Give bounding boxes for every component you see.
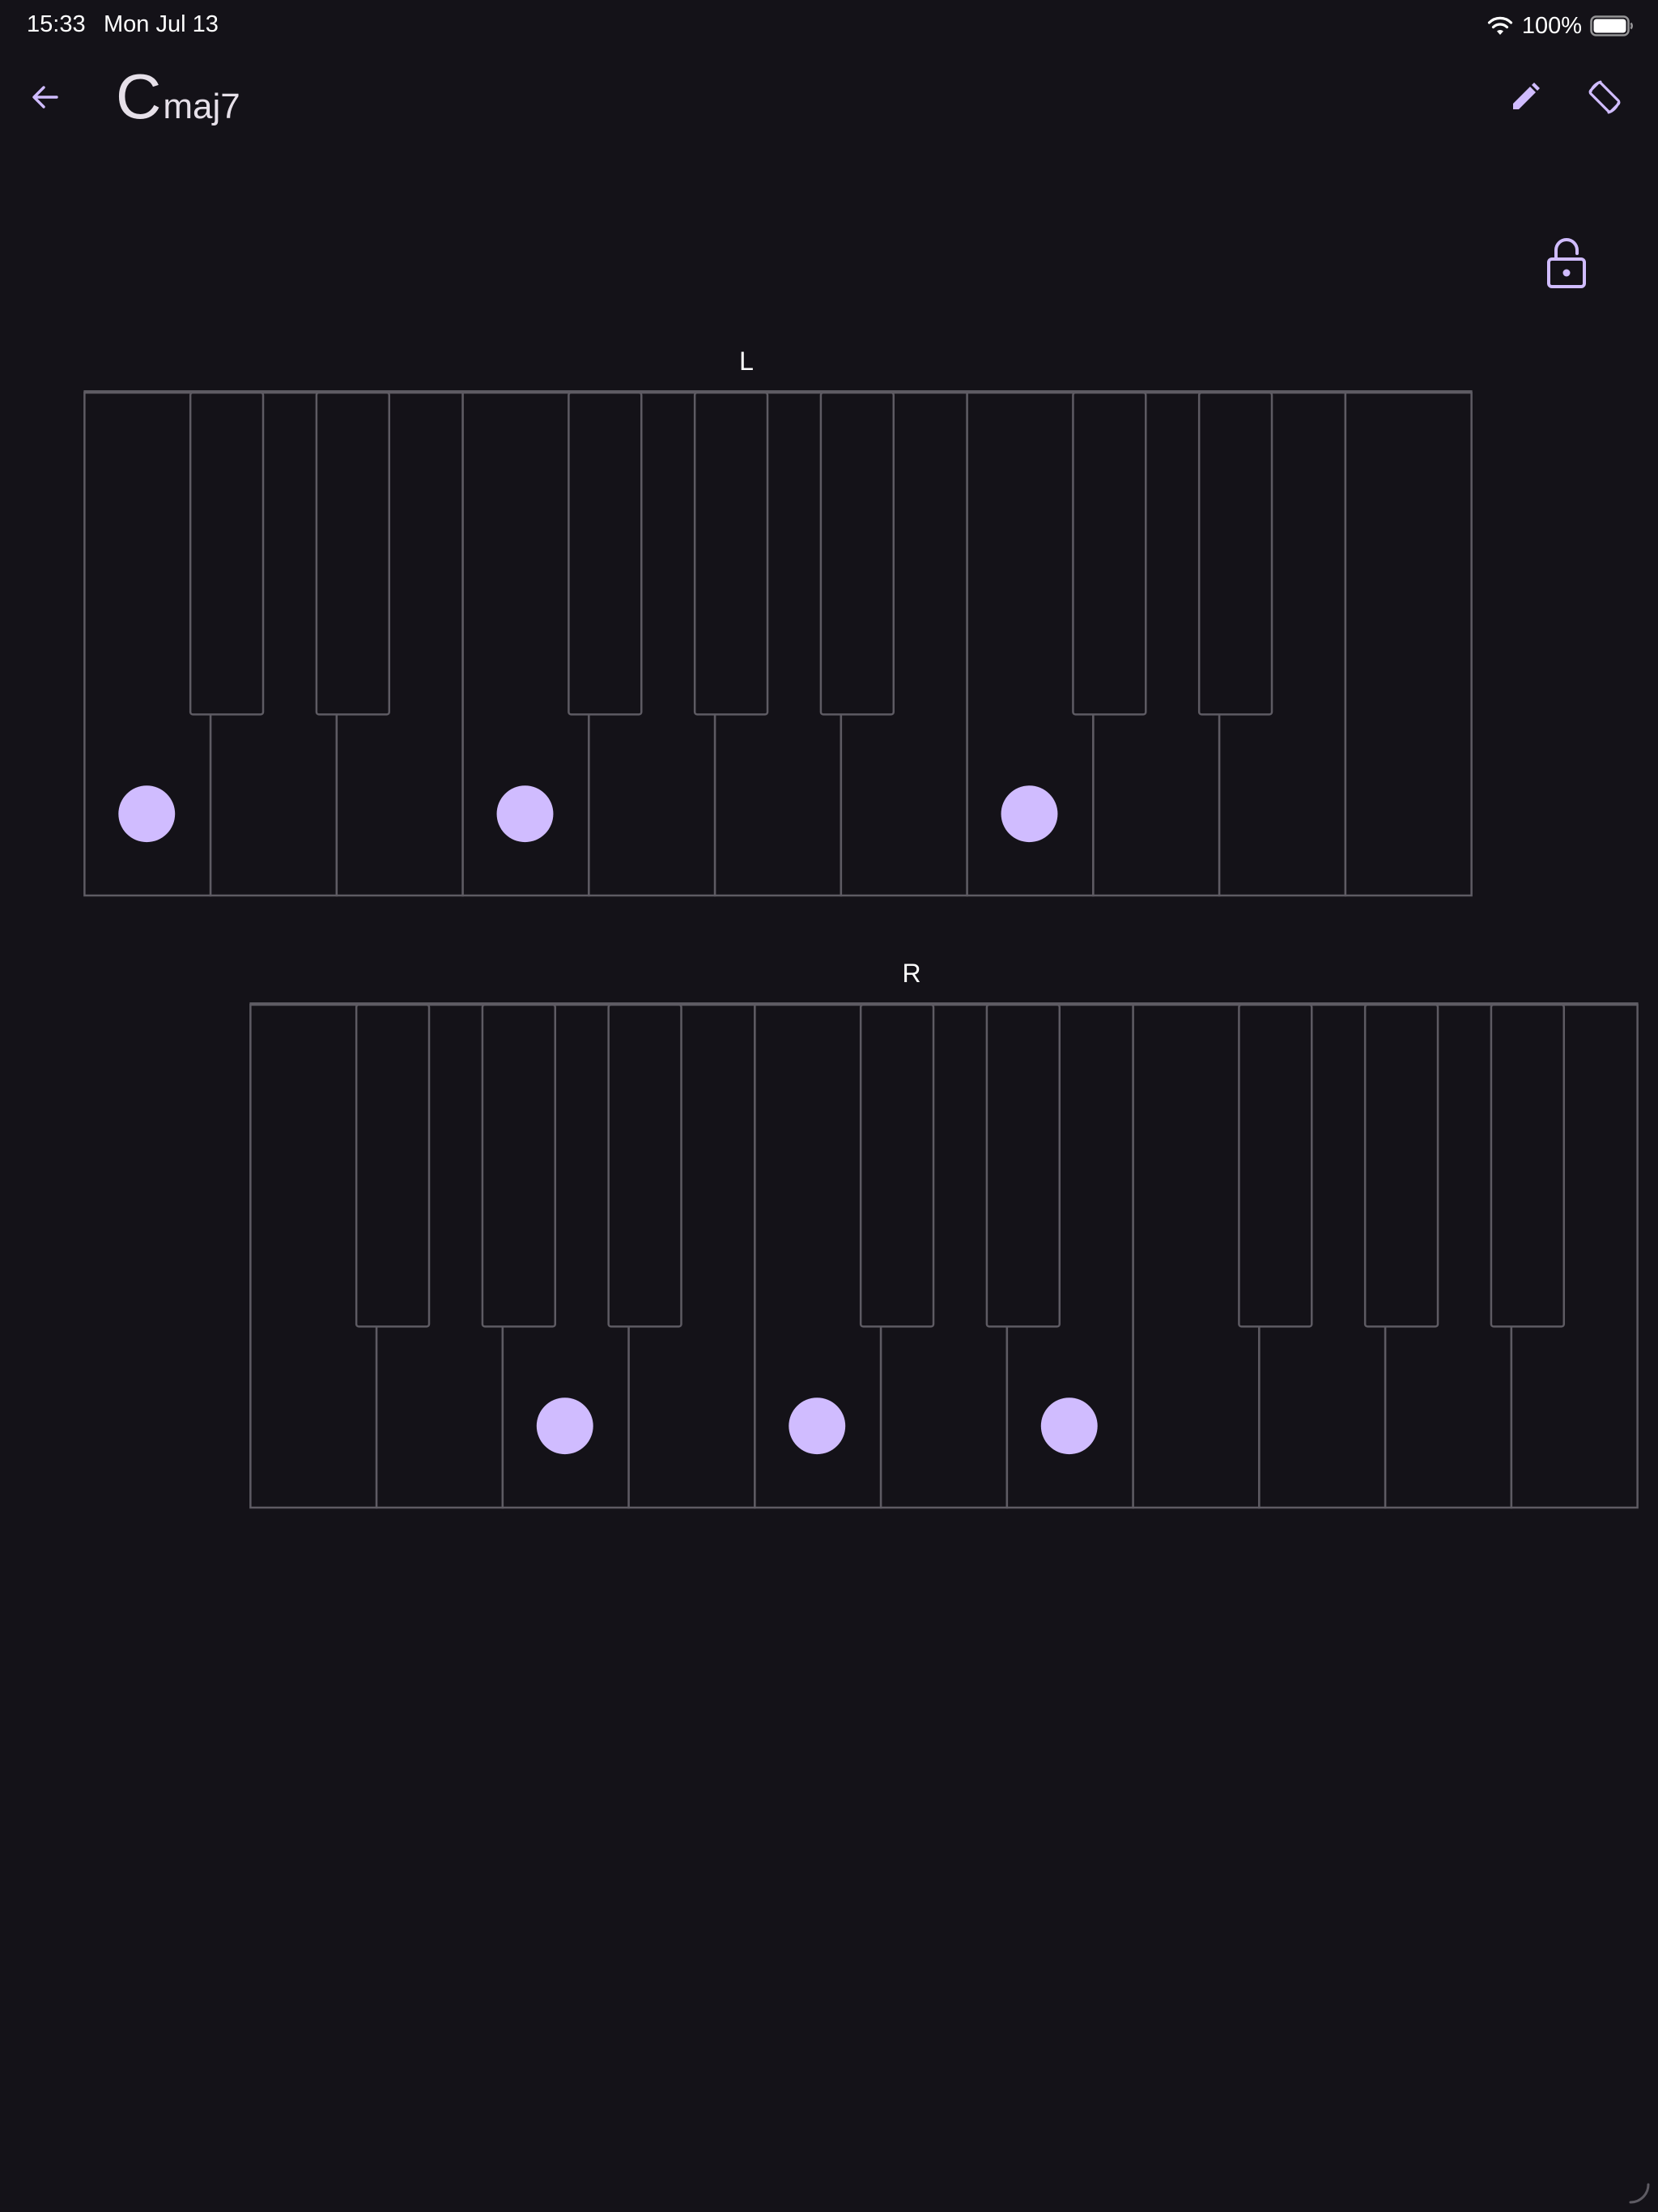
screen-rotation-icon — [1588, 80, 1621, 114]
status-date: Mon Jul 13 — [104, 11, 219, 37]
lock-open-icon — [1547, 238, 1586, 288]
pressed-note-dot-e — [1040, 1397, 1098, 1455]
black-key-g-sharp[interactable] — [481, 1003, 557, 1328]
black-key-g-sharp[interactable] — [1363, 1003, 1439, 1328]
right-hand-keyboard — [249, 1002, 1639, 1509]
chord-quality: maj7 — [163, 87, 240, 126]
black-key-c-sharp[interactable] — [859, 1003, 935, 1328]
chord-detail-screen: 15:33 Mon Jul 13 100% C maj7 L R — [0, 0, 1658, 2212]
arrow-left-icon — [32, 86, 58, 108]
pencil-icon — [1513, 83, 1540, 109]
rotate-screen-button[interactable] — [1580, 73, 1629, 121]
black-key-f-sharp[interactable] — [568, 391, 643, 716]
black-key-a-sharp[interactable] — [607, 1003, 682, 1328]
pressed-note-dot-c — [118, 785, 176, 843]
chord-title: C maj7 — [116, 65, 240, 128]
black-key-a-sharp[interactable] — [1490, 1003, 1566, 1328]
chord-root: C — [116, 61, 162, 132]
black-key-f-sharp[interactable] — [1238, 1003, 1313, 1328]
wifi-icon — [1487, 16, 1512, 35]
black-key-d-sharp[interactable] — [985, 1003, 1061, 1328]
battery-percent: 100% — [1521, 12, 1582, 39]
left-hand-keyboard — [83, 390, 1473, 897]
status-indicators: 100% — [1486, 10, 1634, 42]
white-key-f[interactable] — [1344, 391, 1473, 897]
black-key-d-sharp[interactable] — [315, 391, 391, 716]
pressed-note-dot-a — [536, 1397, 593, 1455]
black-key-c-sharp[interactable] — [1072, 391, 1147, 716]
edit-button[interactable] — [1503, 74, 1548, 120]
left-hand-label: L — [739, 347, 754, 376]
pressed-note-dot-c — [1001, 785, 1058, 843]
black-key-f-sharp[interactable] — [355, 1003, 431, 1328]
status-time: 15:33 — [27, 11, 86, 37]
black-key-d-sharp[interactable] — [1197, 391, 1273, 716]
pressed-note-dot-c — [789, 1397, 846, 1455]
right-hand-label: R — [902, 959, 921, 988]
black-key-g-sharp[interactable] — [693, 391, 769, 716]
lock-toggle-button[interactable] — [1543, 235, 1590, 291]
black-key-a-sharp[interactable] — [819, 391, 895, 716]
resize-handle-icon — [1629, 2183, 1650, 2204]
black-key-c-sharp[interactable] — [189, 391, 265, 716]
pressed-note-dot-f — [496, 785, 554, 843]
battery-icon — [1590, 15, 1633, 36]
back-button[interactable] — [23, 74, 68, 120]
